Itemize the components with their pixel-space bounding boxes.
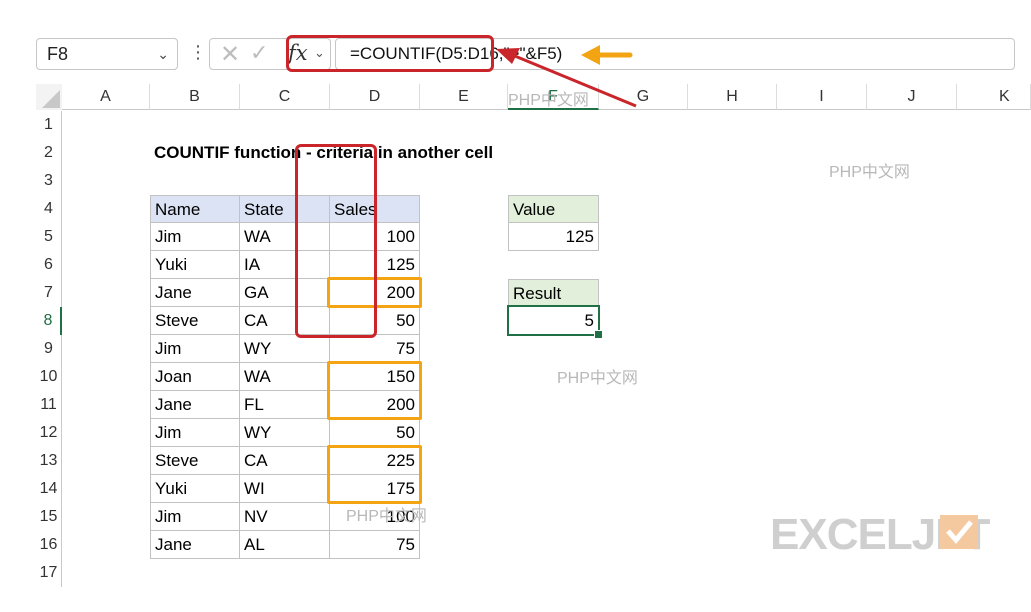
more-options-icon[interactable]: ⋮ [189, 42, 207, 63]
value-cell[interactable]: 125 [508, 223, 599, 251]
column-header-b[interactable]: B [150, 84, 240, 110]
column-header-h[interactable]: H [688, 84, 777, 110]
table-cell-state[interactable]: CA [240, 447, 330, 475]
row-header-11[interactable]: 11 [36, 391, 62, 419]
cancel-icon[interactable]: ✕ [220, 40, 240, 69]
exceljet-logo-mark [940, 515, 978, 549]
formula-bar-area: F8 ⌄ ⋮ ✕ ✓ fx ⌄ =COUNTIF(D5:D16,">"&F5) [0, 0, 1031, 82]
table-cell-sales[interactable]: 75 [330, 335, 420, 363]
highlight-box [327, 445, 422, 504]
row-header-5[interactable]: 5 [36, 223, 62, 251]
table-cell-name[interactable]: Steve [150, 447, 240, 475]
row-header-8[interactable]: 8 [36, 307, 62, 335]
enter-check-icon[interactable]: ✓ [250, 40, 268, 66]
table-cell-sales[interactable]: 75 [330, 531, 420, 559]
row-header-10[interactable]: 10 [36, 363, 62, 391]
table-cell-name[interactable]: Jane [150, 279, 240, 307]
fill-handle[interactable] [594, 330, 603, 339]
row-header-17[interactable]: 17 [36, 559, 62, 587]
column-header-a[interactable]: A [62, 84, 150, 110]
column-header-j[interactable]: J [867, 84, 957, 110]
table-cell-name[interactable]: Yuki [150, 475, 240, 503]
active-cell-selection[interactable] [507, 305, 603, 339]
formula-annotation-box [286, 35, 494, 72]
row-header-1[interactable]: 1 [36, 111, 62, 139]
column-header-c[interactable]: C [240, 84, 330, 110]
table-cell-name[interactable]: Jim [150, 335, 240, 363]
row-header-9[interactable]: 9 [36, 335, 62, 363]
row-header-3[interactable]: 3 [36, 167, 62, 195]
row-header-7[interactable]: 7 [36, 279, 62, 307]
table-cell-sales[interactable]: 50 [330, 419, 420, 447]
row-header-15[interactable]: 15 [36, 503, 62, 531]
chevron-down-icon[interactable]: ⌄ [157, 39, 169, 69]
table-cell-name[interactable]: Jane [150, 391, 240, 419]
row-header-4[interactable]: 4 [36, 195, 62, 223]
table-cell-state[interactable]: WY [240, 419, 330, 447]
row-header-14[interactable]: 14 [36, 475, 62, 503]
table-cell-state[interactable]: AL [240, 531, 330, 559]
table-header-name[interactable]: Name [150, 195, 240, 223]
table-cell-state[interactable]: WI [240, 475, 330, 503]
watermark: PHP中文网 [829, 164, 910, 181]
name-box-value: F8 [47, 44, 69, 64]
column-header-i[interactable]: I [777, 84, 867, 110]
row-header-13[interactable]: 13 [36, 447, 62, 475]
row-header-12[interactable]: 12 [36, 419, 62, 447]
highlight-box [327, 361, 422, 420]
select-all-corner[interactable] [36, 84, 62, 110]
column-header-k[interactable]: K [957, 84, 1031, 110]
watermark: PHP中文网 [557, 370, 638, 387]
row-header-16[interactable]: 16 [36, 531, 62, 559]
table-cell-name[interactable]: Jim [150, 223, 240, 251]
table-cell-name[interactable]: Steve [150, 307, 240, 335]
table-cell-name[interactable]: Joan [150, 363, 240, 391]
column-header-d[interactable]: D [330, 84, 420, 110]
table-cell-state[interactable]: NV [240, 503, 330, 531]
table-cell-state[interactable]: WY [240, 335, 330, 363]
watermark: PHP中文网 [508, 92, 589, 109]
table-cell-state[interactable]: FL [240, 391, 330, 419]
column-header-g[interactable]: G [599, 84, 688, 110]
table-cell-name[interactable]: Yuki [150, 251, 240, 279]
table-cell-state[interactable]: WA [240, 363, 330, 391]
table-cell-name[interactable]: Jane [150, 531, 240, 559]
name-box[interactable]: F8 ⌄ [36, 38, 178, 70]
value-label[interactable]: Value [508, 195, 599, 223]
annotation-box [295, 144, 377, 338]
watermark: PHP中文网 [346, 508, 427, 525]
table-cell-name[interactable]: Jim [150, 419, 240, 447]
table-cell-name[interactable]: Jim [150, 503, 240, 531]
row-header-6[interactable]: 6 [36, 251, 62, 279]
column-header-e[interactable]: E [420, 84, 508, 110]
result-label[interactable]: Result [508, 279, 599, 307]
row-header-2[interactable]: 2 [36, 139, 62, 167]
